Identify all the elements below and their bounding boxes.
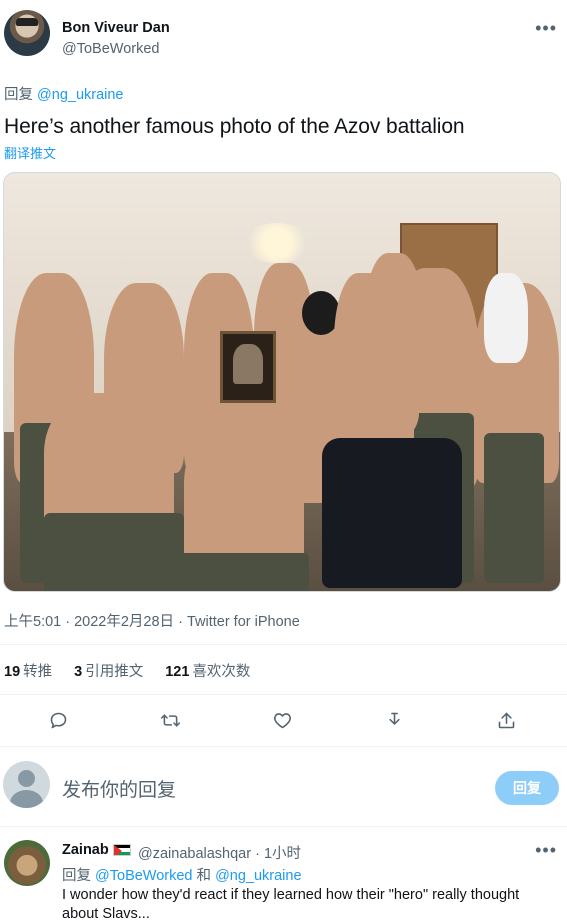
more-options-icon[interactable]: ••• — [535, 840, 557, 861]
author-handle[interactable]: @ToBeWorked — [62, 41, 159, 57]
stat-likes[interactable]: 121 喜欢次数 — [165, 660, 250, 681]
mention-link[interactable]: @ToBeWorked — [95, 868, 192, 884]
tweet-stats: 19 转推 3 引用推文 121 喜欢次数 — [4, 660, 250, 681]
stat-label: 引用推文 — [85, 664, 144, 680]
reply-context: 回复 @ng_ukraine — [4, 83, 124, 104]
reply-context: 回复 @ToBeWorked 和 @ng_ukraine — [62, 864, 302, 885]
stat-label: 转推 — [23, 664, 53, 680]
photo-light — [242, 223, 312, 263]
mention-link[interactable]: @ng_ukraine — [215, 868, 301, 884]
stat-label: 喜欢次数 — [192, 664, 251, 680]
tweet-photo[interactable] — [3, 172, 561, 592]
palestine-flag-icon — [113, 844, 131, 856]
author-avatar[interactable] — [4, 10, 50, 56]
photo-figure — [184, 423, 304, 573]
stat-count: 121 — [165, 664, 190, 680]
divider — [0, 746, 567, 747]
like-icon[interactable] — [264, 702, 300, 738]
reply-prefix: 回复 — [62, 868, 91, 884]
reply-conjunction: 和 — [196, 868, 212, 884]
stat-count: 3 — [74, 664, 83, 680]
divider — [0, 826, 567, 827]
mention-link[interactable]: @ng_ukraine — [37, 87, 123, 103]
photo-figure — [169, 553, 309, 591]
share-icon[interactable] — [488, 702, 524, 738]
photo-figure — [44, 513, 184, 591]
reply-input[interactable]: 发布你的回复 — [62, 775, 176, 802]
divider — [0, 644, 567, 645]
author-display-name[interactable]: Bon Viveur Dan — [62, 20, 170, 36]
reply-author-name[interactable]: Zainab — [62, 842, 109, 858]
photo-figure — [484, 433, 544, 583]
divider — [0, 694, 567, 695]
reply-author-avatar[interactable] — [4, 840, 50, 886]
stat-retweets[interactable]: 19 转推 — [4, 660, 52, 681]
user-avatar[interactable] — [3, 761, 50, 808]
stat-quotes[interactable]: 3 引用推文 — [74, 660, 143, 681]
more-options-icon[interactable]: ••• — [535, 18, 557, 39]
tweet-timestamp[interactable]: 上午5:01 · 2022年2月28日 · Twitter for iPhone — [4, 610, 300, 631]
tweet-header: Bon Viveur Dan @ToBeWorked ••• — [0, 0, 567, 72]
reply-author-handle[interactable]: @zainabalashqar · 1小时 — [138, 842, 301, 863]
retweet-icon[interactable] — [152, 702, 188, 738]
bookmark-icon[interactable] — [376, 702, 412, 738]
photo-figure — [359, 383, 419, 443]
action-bar — [0, 702, 567, 738]
reply-tweet[interactable]: Zainab @zainabalashqar · 1小时 ••• 回复 @ToB… — [0, 830, 567, 923]
reply-icon[interactable] — [40, 702, 76, 738]
reply-button[interactable]: 回复 — [495, 771, 559, 805]
photo-mask — [484, 273, 528, 363]
tweet-text: Here’s another famous photo of the Azov … — [4, 115, 465, 138]
photo-figure — [322, 438, 462, 588]
photo-portrait — [220, 331, 276, 403]
reply-text: I wonder how they'd react if they learne… — [62, 887, 520, 922]
reply-prefix: 回复 — [4, 87, 33, 103]
stat-count: 19 — [4, 664, 21, 680]
reply-composer: 发布你的回复 回复 — [0, 755, 567, 819]
translate-link[interactable]: 翻译推文 — [4, 143, 56, 162]
